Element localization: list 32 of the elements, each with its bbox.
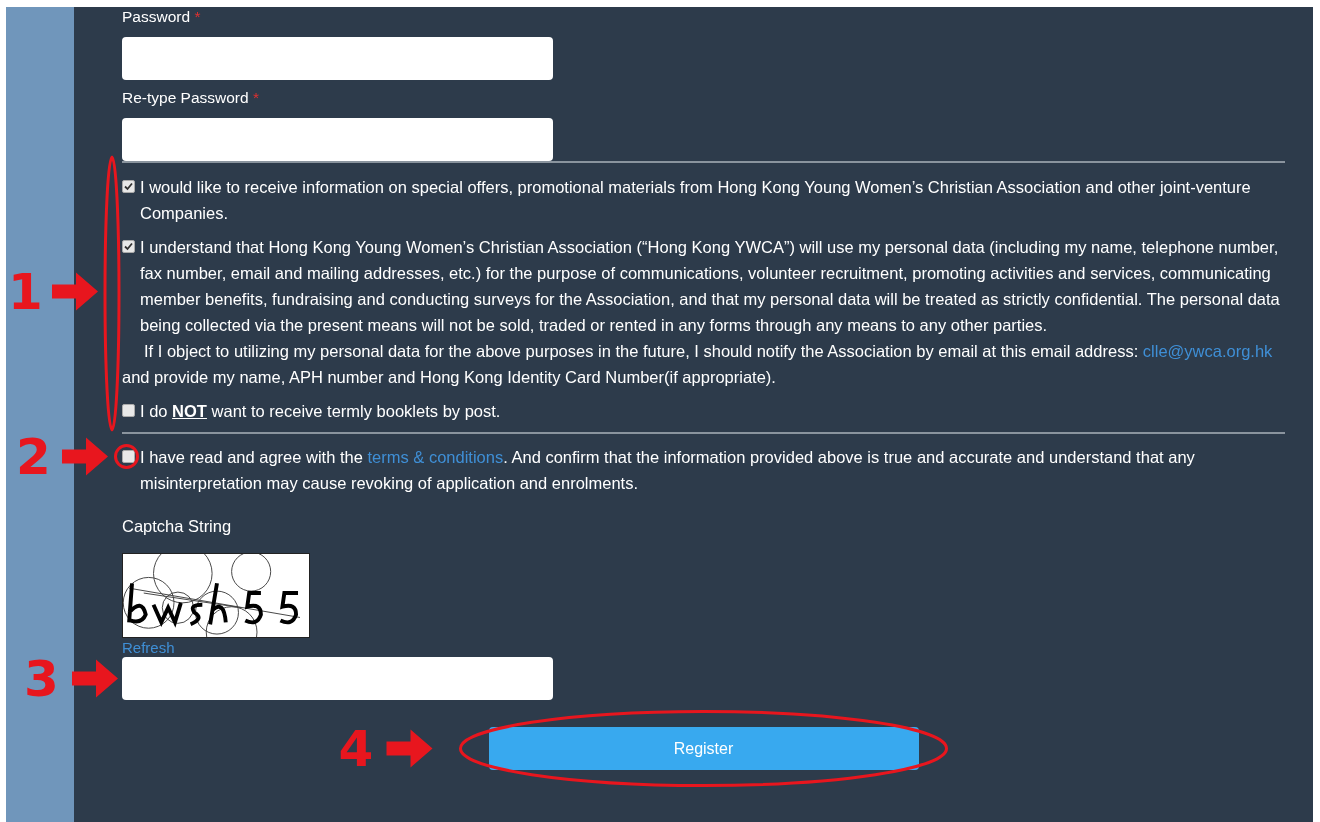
annotation-number: 1	[8, 266, 43, 317]
arrow-icon	[72, 659, 118, 698]
arrow-icon	[52, 272, 98, 311]
terms-link[interactable]: terms & conditions	[367, 448, 504, 466]
refresh-link[interactable]: Refresh	[122, 639, 175, 657]
required-mark: *	[252, 89, 259, 106]
field-label: Re-type Password	[122, 89, 249, 106]
checkbox[interactable]	[122, 180, 135, 193]
password-field[interactable]	[122, 118, 553, 161]
register-button[interactable]: Register	[488, 727, 919, 770]
arrow-icon	[386, 729, 433, 768]
checkbox[interactable]	[122, 240, 135, 253]
checkbox[interactable]	[122, 404, 135, 417]
checkmark-icon	[124, 242, 133, 251]
arrow-icon	[62, 437, 108, 476]
annotation-number: 4	[338, 723, 374, 774]
captcha-label: Captcha String	[122, 517, 232, 535]
checkmark-icon	[124, 182, 133, 191]
required-mark: *	[194, 8, 201, 25]
annotation-number: 3	[24, 653, 59, 704]
annotation-number: 2	[16, 431, 51, 482]
consent-text: I would like to receive information on special offers, promotional materials from Hong Kong Young Women’s Christian Association and other joint-venture Companies.	[140, 177, 1252, 224]
email-link[interactable]: clle@ywca.org.hk	[1142, 342, 1273, 360]
password-field[interactable]	[122, 37, 553, 80]
consent-text: I do NOT want to receive termly booklets by post.	[140, 401, 502, 422]
checkbox[interactable]	[122, 450, 135, 463]
field-label: Password	[122, 8, 191, 25]
privacy-notice: If I object to utilizing my personal data for the above purposes in the future, I should notify the Association by email at this email address: clle@ywca.org.hk and provide my name, APH number and Hong Kong Identity Card Number(if appropriate).	[122, 341, 1274, 388]
captcha-field[interactable]	[122, 657, 553, 700]
agreement-text: I have read and agree with the terms & conditions. And confirm that the information provided above is true and accurate and understand that any misinterpretation may cause revoking of application and enrolments.	[140, 447, 1196, 494]
consent-text: I understand that Hong Kong Young Women’s Christian Association (“Hong Kong YWCA”) will use my personal data (including my name, telephone number, fax number, email and mailing addresses, etc.) for the purpose of communications, volunteer recruitment, promoting activities and services, communicating member benefits, fundraising and conducting surveys for the Association, and that my personal data will be treated as strictly confidential. The personal data being collected via the present means will not be sold, traded or rented in any forms through any means to any other parties.	[140, 237, 1281, 336]
annotation-circle	[114, 444, 139, 469]
